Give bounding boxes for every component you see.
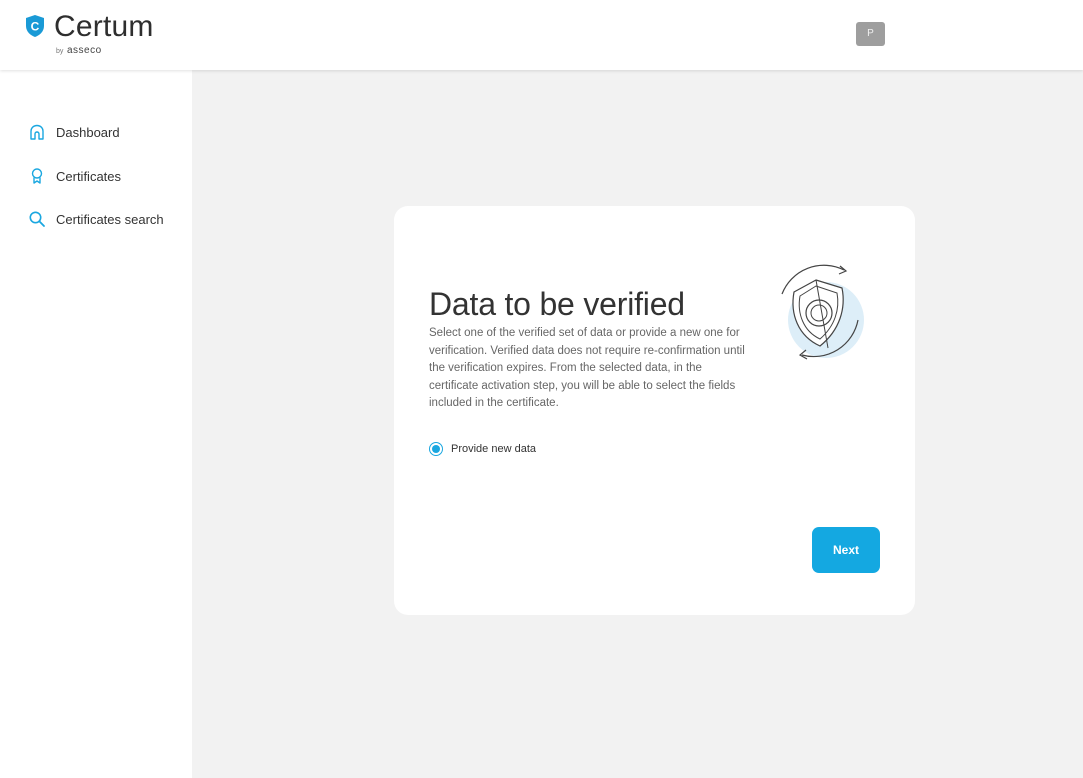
shield-logo-icon: C bbox=[26, 15, 44, 37]
sidebar-item-label: Dashboard bbox=[56, 124, 120, 140]
radio-label: Provide new data bbox=[451, 443, 536, 455]
sidebar-item-label: Certificates bbox=[56, 168, 122, 184]
brand-by: by bbox=[56, 48, 64, 55]
verification-card: Data to be verified Select one of the ve… bbox=[394, 206, 915, 615]
sidebar: Dashboard Certificates Certificates sear… bbox=[0, 70, 192, 778]
provide-new-data-option[interactable]: Provide new data bbox=[429, 442, 536, 456]
search-icon bbox=[29, 211, 45, 227]
sidebar-item-dashboard[interactable]: Dashboard bbox=[28, 121, 120, 143]
page-title: Data to be verified bbox=[429, 286, 685, 322]
award-icon bbox=[31, 168, 43, 184]
sidebar-item-label: Certificates search bbox=[56, 211, 164, 227]
sidebar-item-certificates[interactable]: Certificates bbox=[28, 165, 121, 187]
top-header: C Certum by asseco P bbox=[0, 0, 1083, 70]
home-icon bbox=[30, 124, 44, 140]
next-button[interactable]: Next bbox=[812, 527, 880, 573]
brand-name: Certum bbox=[54, 10, 154, 43]
sidebar-item-certificates-search[interactable]: Certificates search bbox=[28, 208, 164, 230]
radio-button[interactable] bbox=[429, 442, 443, 456]
card-description: Select one of the verified set of data o… bbox=[429, 327, 745, 409]
user-avatar[interactable]: P bbox=[856, 22, 885, 46]
svg-text:C: C bbox=[31, 20, 40, 34]
verification-illustration bbox=[781, 264, 864, 360]
brand-parent: asseco bbox=[67, 45, 102, 56]
radio-selected-dot bbox=[432, 445, 440, 453]
